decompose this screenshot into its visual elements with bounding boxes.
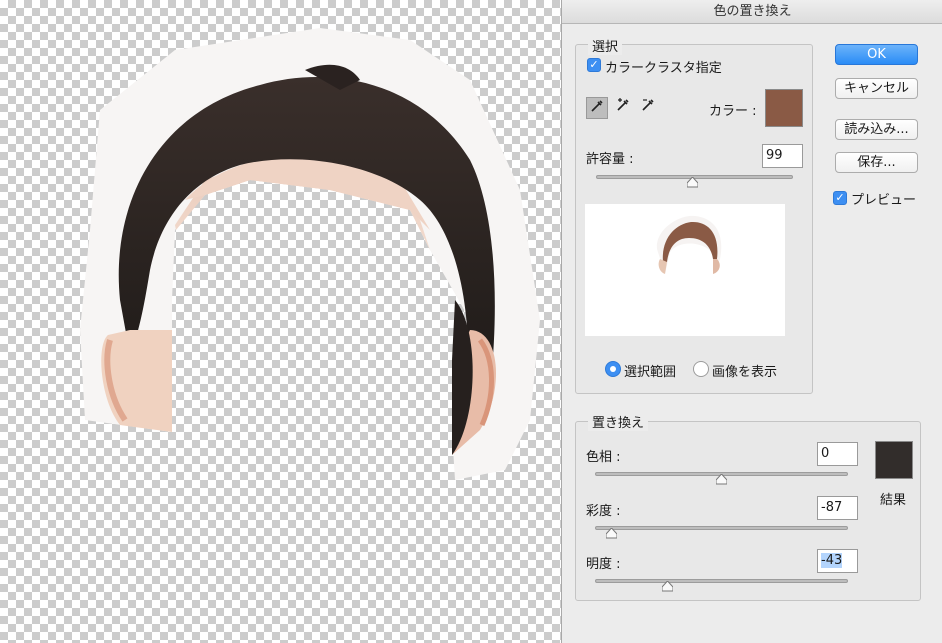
saturation-slider-track[interactable]	[595, 526, 848, 530]
color-label: カラー :	[709, 104, 757, 119]
hue-input[interactable]: 0	[817, 442, 858, 466]
result-label: 結果	[880, 493, 907, 508]
image-view-radio[interactable]	[693, 361, 709, 377]
result-color-swatch[interactable]	[875, 441, 913, 479]
save-button[interactable]: 保存...	[835, 152, 918, 173]
preview-thumbnail	[656, 215, 722, 274]
color-cluster-checkbox[interactable]: ✓	[587, 58, 601, 72]
dialog-title: 色の置き換え	[562, 0, 942, 24]
eyedropper-icon[interactable]	[586, 97, 608, 119]
tolerance-input[interactable]: 99	[762, 144, 803, 168]
document-canvas[interactable]	[0, 0, 562, 643]
preview-checkbox[interactable]: ✓	[833, 191, 847, 205]
selection-color-swatch[interactable]	[765, 89, 803, 127]
tolerance-slider-thumb[interactable]	[687, 177, 699, 188]
hair-cutout-image	[80, 28, 540, 480]
saturation-label: 彩度 :	[586, 504, 621, 519]
selection-view-label: 選択範囲	[624, 365, 677, 380]
cancel-button[interactable]: キャンセル	[835, 78, 918, 99]
eyedropper-plus-icon[interactable]	[612, 97, 634, 119]
replacement-group-title: 置き換え	[588, 412, 649, 431]
lightness-value-selected: -43	[821, 553, 843, 568]
lightness-slider-track[interactable]	[595, 579, 848, 583]
preview-label: プレビュー	[851, 193, 917, 208]
lightness-label: 明度 :	[586, 557, 621, 572]
selection-preview	[585, 204, 785, 336]
selection-group-title: 選択	[588, 36, 623, 55]
ok-button[interactable]: OK	[835, 44, 918, 65]
lightness-input[interactable]: -43	[817, 549, 858, 573]
load-button[interactable]: 読み込み...	[835, 119, 918, 140]
replace-color-dialog: 色の置き換え 選択 ✓ カラークラスタ指定 カラー : 許容量 : 99 選択範…	[561, 0, 942, 643]
eyedropper-minus-icon[interactable]	[637, 97, 659, 119]
hue-slider-thumb[interactable]	[716, 474, 727, 485]
lightness-slider-thumb[interactable]	[661, 581, 673, 592]
image-view-label: 画像を表示	[712, 365, 778, 380]
hue-label: 色相 :	[586, 450, 621, 465]
saturation-slider-thumb[interactable]	[605, 528, 617, 539]
tolerance-label: 許容量 :	[586, 152, 634, 167]
replacement-group	[575, 421, 921, 601]
selection-view-radio[interactable]	[605, 361, 621, 377]
color-cluster-label: カラークラスタ指定	[605, 61, 722, 76]
saturation-input[interactable]: -87	[817, 496, 858, 520]
